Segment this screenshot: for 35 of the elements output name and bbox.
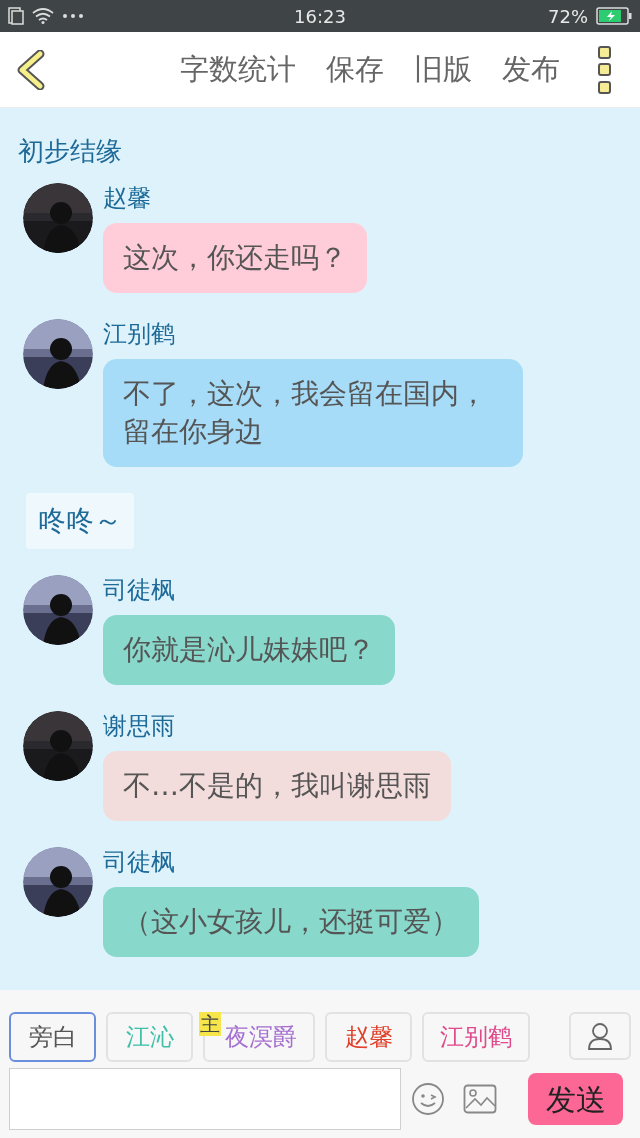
back-icon bbox=[16, 49, 46, 90]
emoji-button[interactable] bbox=[411, 1082, 445, 1116]
narration-text: 咚咚～ bbox=[26, 493, 134, 549]
image-button[interactable] bbox=[463, 1084, 497, 1114]
header-action[interactable]: 保存 bbox=[326, 47, 384, 92]
header-action[interactable]: 旧版 bbox=[414, 47, 472, 92]
message-bubble: 这次，你还走吗？ bbox=[103, 223, 367, 293]
speaker-name: 江别鹤 bbox=[103, 319, 175, 349]
header-action[interactable]: 发布 bbox=[502, 47, 560, 92]
wifi-icon bbox=[32, 8, 54, 24]
main-badge: 主 bbox=[199, 1012, 221, 1036]
sim-icon bbox=[8, 7, 24, 25]
speaker-name: 司徒枫 bbox=[103, 847, 175, 877]
message-bubble: （这小女孩儿，还挺可爱） bbox=[103, 887, 479, 957]
header-action[interactable]: 字数统计 bbox=[180, 47, 296, 92]
speaker-name: 赵馨 bbox=[103, 183, 151, 213]
message-bubble: 不了，这次，我会留在国内，留在你身边 bbox=[103, 359, 523, 467]
character-chip[interactable]: 赵馨 bbox=[325, 1012, 412, 1062]
message-bubble: 不…不是的，我叫谢思雨 bbox=[103, 751, 451, 821]
section-title: 初步结缘 bbox=[18, 135, 123, 168]
battery-percent: 72% bbox=[548, 4, 588, 29]
speaker-name: 谢思雨 bbox=[103, 711, 175, 741]
battery-icon bbox=[596, 7, 632, 25]
message-input[interactable] bbox=[9, 1068, 401, 1130]
speaker-name: 司徒枫 bbox=[103, 575, 175, 605]
character-button[interactable] bbox=[569, 1012, 631, 1060]
person-icon bbox=[587, 1022, 613, 1050]
send-button[interactable]: 发送 bbox=[528, 1073, 623, 1125]
more-icon bbox=[62, 13, 84, 19]
character-chip[interactable]: 旁白 bbox=[9, 1012, 96, 1062]
image-icon bbox=[463, 1084, 497, 1114]
character-chip[interactable]: 江别鹤 bbox=[422, 1012, 530, 1062]
message-bubble: 你就是沁儿妹妹吧？ bbox=[103, 615, 395, 685]
emoji-icon bbox=[411, 1082, 445, 1116]
clock: 16:23 bbox=[293, 4, 347, 29]
